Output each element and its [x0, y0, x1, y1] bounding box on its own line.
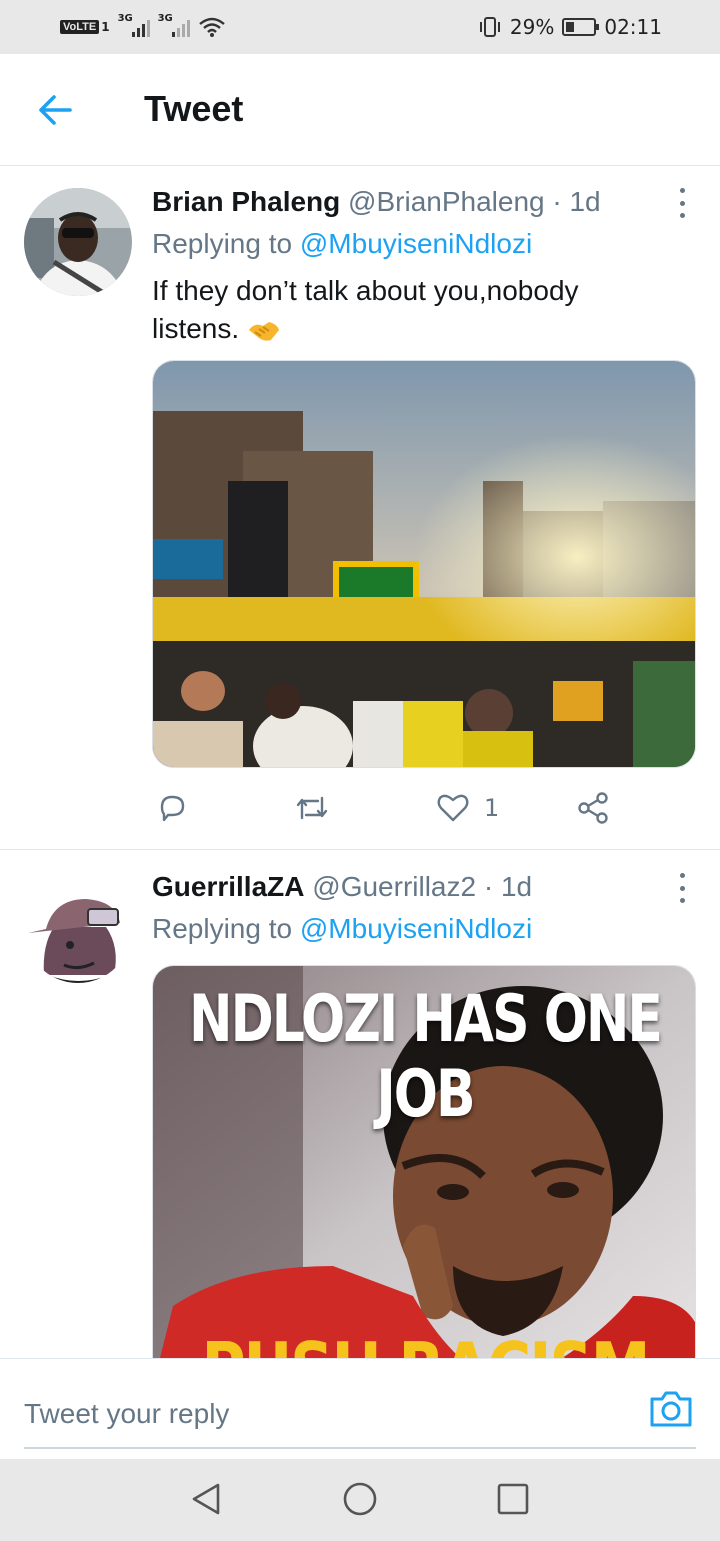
tweet[interactable]: Brian Phaleng @BrianPhaleng · 1d Replyin…	[0, 166, 720, 850]
share-icon	[578, 792, 608, 824]
system-nav-bar	[0, 1459, 720, 1541]
status-bar: VoLTE 1 3G 3G 29% 02:11	[0, 0, 720, 54]
tweet-header: GuerrillaZA @Guerrillaz2 · 1d	[152, 871, 532, 903]
author-handle[interactable]: @Guerrillaz2	[312, 871, 476, 902]
tweet-text: If they don’t talk about you,nobody list…	[152, 272, 652, 348]
more-options-icon[interactable]	[674, 188, 690, 218]
volte-badge: VoLTE	[60, 20, 100, 34]
tweet-photo[interactable]	[152, 360, 696, 768]
like-button[interactable]: 1	[436, 786, 499, 830]
replying-prefix: Replying to	[152, 913, 300, 944]
reply-button[interactable]	[156, 786, 188, 830]
tweet-text-line2: listens.	[152, 313, 240, 344]
tweet-time: 1d	[569, 186, 601, 217]
clock: 02:11	[604, 15, 662, 39]
handshake-emoji	[248, 321, 279, 341]
author-handle[interactable]: @BrianPhaleng	[348, 186, 545, 217]
avatar[interactable]	[24, 875, 132, 983]
network-type-1: 3G	[117, 13, 133, 24]
vibrate-icon	[479, 17, 500, 37]
battery-percent: 29%	[509, 15, 555, 39]
like-count: 1	[484, 794, 500, 822]
tweet-header: Brian Phaleng @BrianPhaleng · 1d	[152, 186, 601, 218]
meme-top-text: NDLOZI HAS ONE JOB	[189, 982, 663, 1132]
app-header: Tweet	[0, 54, 720, 166]
separator: ·	[483, 871, 494, 902]
replying-to: Replying to @MbuyiseniNdlozi	[152, 913, 532, 945]
tweet-time: 1d	[500, 871, 533, 902]
separator: ·	[552, 186, 562, 217]
nav-home-icon[interactable]	[340, 1479, 380, 1519]
camera-icon[interactable]	[648, 1387, 694, 1429]
heart-icon	[437, 794, 469, 822]
replying-to: Replying to @MbuyiseniNdlozi	[152, 228, 532, 260]
status-left: VoLTE 1 3G 3G	[60, 13, 226, 38]
page-title: Tweet	[144, 88, 244, 129]
retweet-icon	[296, 796, 328, 820]
tweet[interactable]: GuerrillaZA @Guerrillaz2 · 1d Replying t…	[0, 851, 720, 1385]
more-options-icon[interactable]	[674, 873, 690, 903]
wifi-icon	[198, 17, 225, 37]
tweet-actions: 1	[152, 786, 622, 830]
share-button[interactable]	[576, 786, 610, 830]
mention-link[interactable]: @MbuyiseniNdlozi	[300, 913, 532, 944]
signal-icon-2: 3G	[158, 13, 190, 37]
sim-number: 1	[101, 20, 110, 34]
reply-icon	[160, 795, 185, 822]
author-name[interactable]: GuerrillaZA	[152, 871, 304, 902]
network-type-2: 3G	[157, 13, 173, 24]
nav-back-icon[interactable]	[186, 1479, 226, 1519]
status-right: 29% 02:11	[478, 15, 662, 39]
author-name[interactable]: Brian Phaleng	[152, 186, 340, 217]
arrow-left-icon[interactable]	[36, 90, 76, 130]
tweet-text-line1: If they don’t talk about you,nobody	[152, 275, 579, 306]
reply-input[interactable]	[24, 1381, 696, 1449]
reply-bar	[0, 1358, 720, 1458]
retweet-button[interactable]	[294, 786, 330, 830]
mention-link[interactable]: @MbuyiseniNdlozi	[300, 228, 532, 259]
battery-icon	[562, 18, 600, 36]
tweet-photo[interactable]: NDLOZI HAS ONE JOB PUSH RACISM	[152, 965, 696, 1385]
signal-icon-1: 3G	[118, 13, 150, 37]
avatar[interactable]	[24, 188, 132, 296]
replying-prefix: Replying to	[152, 228, 300, 259]
nav-recents-icon[interactable]	[493, 1479, 533, 1519]
